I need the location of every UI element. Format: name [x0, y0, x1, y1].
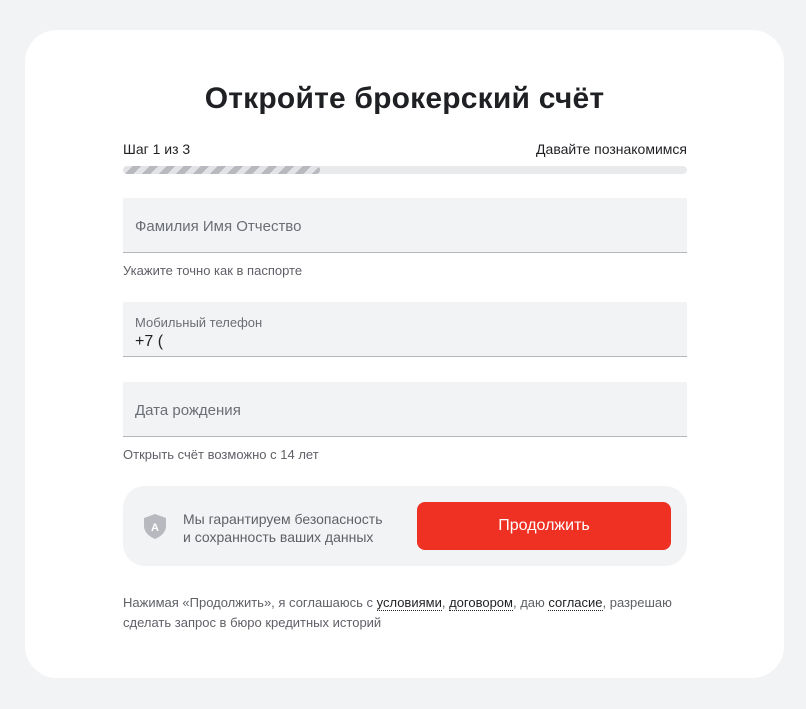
legal-text: Нажимая «Продолжить», я соглашаюсь с усл… [123, 593, 687, 633]
phone-label: Мобильный телефон [135, 315, 263, 330]
birthdate-hint: Открыть счёт возможно с 14 лет [123, 447, 319, 462]
terms-link[interactable]: условиями [376, 595, 442, 611]
full-name-hint: Укажите точно как в паспорте [123, 263, 303, 278]
security-text: Мы гарантируем безопасность и сохранност… [183, 510, 383, 546]
step-indicator: Шаг 1 из 3 Давайте познакомимся [123, 141, 687, 157]
legal-prefix: Нажимая «Продолжить», я соглашаюсь с [123, 595, 377, 610]
step-name: Давайте познакомимся [536, 141, 687, 157]
progress-bar-fill [123, 166, 321, 174]
phone-value: +7 ( [135, 333, 164, 350]
birthdate-field[interactable]: Дата рождения [123, 382, 687, 437]
legal-separator-1: , [441, 595, 450, 610]
security-panel: A Мы гарантируем безопасность и сохранно… [123, 486, 687, 566]
shield-icon: A [141, 512, 169, 540]
legal-separator-2: , даю [512, 595, 549, 610]
consent-link[interactable]: согласие [548, 595, 603, 611]
phone-field[interactable]: Мобильный телефон +7 ( [123, 302, 687, 357]
birthdate-placeholder: Дата рождения [135, 402, 241, 419]
continue-button[interactable]: Продолжить [417, 502, 671, 550]
page-title: Откройте брокерский счёт [204, 82, 605, 115]
security-line-1: Мы гарантируем безопасность [183, 511, 383, 527]
security-line-2: и сохранность ваших данных [183, 529, 374, 545]
full-name-field[interactable]: Фамилия Имя Отчество [123, 198, 687, 253]
form-card: Откройте брокерский счёт Шаг 1 из 3 Дава… [25, 30, 784, 678]
svg-text:A: A [151, 522, 159, 534]
step-counter: Шаг 1 из 3 [123, 141, 191, 157]
contract-link[interactable]: договором [449, 595, 513, 611]
full-name-placeholder: Фамилия Имя Отчество [135, 218, 302, 235]
progress-bar [123, 166, 687, 174]
